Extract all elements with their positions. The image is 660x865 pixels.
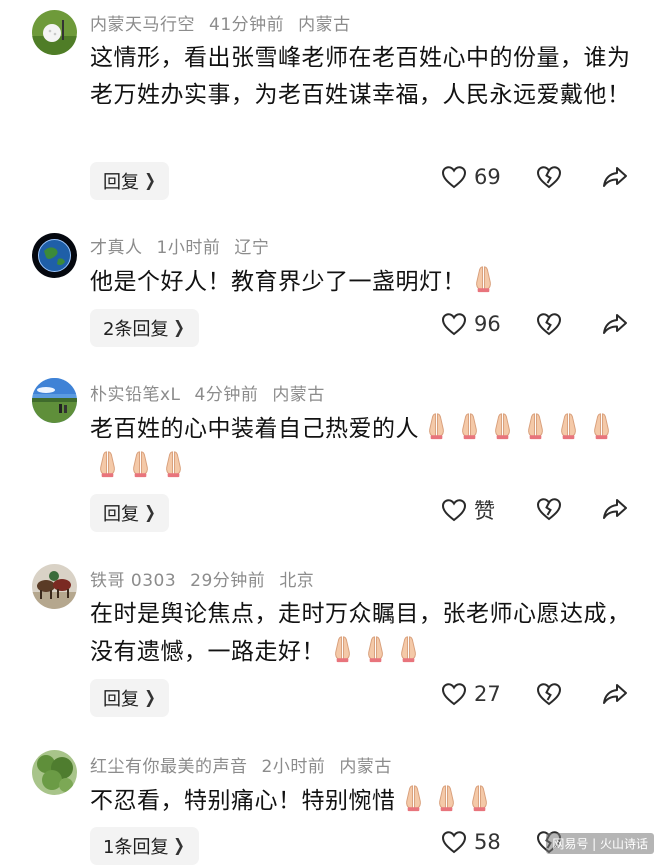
comment-time: 2小时前: [261, 757, 326, 777]
comment-meta: 朴实铅笔xL 4分钟前 内蒙古: [90, 380, 339, 405]
folded-hands-emoji: [487, 410, 518, 441]
folded-hands-emoji: [464, 782, 495, 813]
folded-hands-emoji: [431, 782, 462, 813]
folded-hands-emoji: [125, 448, 156, 479]
heart-icon: [441, 683, 467, 706]
comment-location: 辽宁: [234, 238, 270, 258]
folded-hands-emoji: [454, 410, 485, 441]
share-arrow-icon: [603, 314, 627, 334]
heart-icon: [441, 831, 467, 854]
comment-text: 不忍看，特别痛心！特别惋惜: [90, 782, 638, 820]
like-count: 69: [474, 165, 501, 189]
comment-text: 这情形，看出张雪峰老师在老百姓心中的份量，谁为老万姓办实事，为老百姓谋幸福，人民…: [90, 40, 638, 114]
share-arrow-icon: [603, 167, 627, 187]
comment-text: 他是个好人！教育界少了一盏明灯！: [90, 263, 638, 301]
folded-hands-emoji: [158, 448, 189, 479]
like-count: 27: [474, 682, 501, 706]
comment-time: 4分钟前: [194, 385, 259, 405]
comment-time: 41分钟前: [209, 15, 285, 35]
broken-heart-icon: [536, 498, 562, 521]
like-count: 赞: [474, 499, 495, 523]
share-button[interactable]: [601, 680, 629, 708]
dislike-button[interactable]: [535, 163, 563, 191]
like-count: 96: [474, 312, 501, 336]
folded-hands-emoji: [393, 633, 424, 664]
like-button[interactable]: 赞: [440, 495, 495, 525]
like-button[interactable]: 69: [440, 163, 501, 191]
folded-hands-emoji: [398, 782, 429, 813]
comment-actions: 96: [0, 310, 660, 346]
comment-text-content: 他是个好人！教育界少了一盏明灯！: [90, 269, 466, 295]
username[interactable]: 红尘有你最美的声音: [90, 757, 248, 777]
folded-hands-emoji: [586, 410, 617, 441]
dislike-button[interactable]: [535, 310, 563, 338]
like-button[interactable]: 96: [440, 310, 501, 338]
comment-text-content: 这情形，看出张雪峰老师在老百姓心中的份量，谁为老万姓办实事，为老百姓谋幸福，人民…: [90, 45, 631, 108]
user-avatar[interactable]: [32, 750, 77, 795]
heart-icon: [441, 166, 467, 189]
comment-location: 北京: [279, 571, 315, 591]
comment-meta: 内蒙天马行空 41分钟前 内蒙古: [90, 10, 365, 35]
emoji-row: [466, 266, 499, 295]
comment-meta: 红尘有你最美的声音 2小时前 内蒙古: [90, 752, 406, 777]
comment-location: 内蒙古: [272, 385, 325, 405]
folded-hands-emoji: [92, 448, 123, 479]
user-avatar[interactable]: [32, 233, 77, 278]
like-count: 58: [474, 830, 501, 854]
folded-hands-emoji: [520, 410, 551, 441]
username[interactable]: 铁哥 0303: [90, 571, 176, 591]
username[interactable]: 内蒙天马行空: [90, 15, 195, 35]
share-arrow-icon: [603, 499, 627, 519]
comment-time: 29分钟前: [190, 571, 266, 591]
watermark: 网易号 | 火山诗话: [546, 833, 654, 854]
user-avatar[interactable]: [32, 378, 77, 423]
dislike-button[interactable]: [535, 495, 563, 523]
broken-heart-icon: [536, 683, 562, 706]
heart-icon: [441, 499, 467, 522]
like-button[interactable]: 27: [440, 680, 501, 708]
comment-text-content: 不忍看，特别痛心！特别惋惜: [90, 788, 396, 814]
like-button[interactable]: 58: [440, 828, 501, 856]
comment-location: 内蒙古: [339, 757, 392, 777]
comment-actions: 69: [0, 163, 660, 199]
share-arrow-icon: [603, 684, 627, 704]
comment-location: 内蒙古: [298, 15, 351, 35]
folded-hands-emoji: [421, 410, 452, 441]
comment-actions: 27: [0, 680, 660, 716]
comment-text-content: 老百姓的心中装着自己热爱的人: [90, 416, 419, 442]
broken-heart-icon: [536, 313, 562, 336]
folded-hands-emoji: [468, 263, 499, 294]
broken-heart-icon: [536, 166, 562, 189]
username[interactable]: 才真人: [90, 238, 143, 258]
dislike-button[interactable]: [535, 680, 563, 708]
emoji-row: [325, 636, 424, 665]
share-button[interactable]: [601, 495, 629, 523]
comment-actions: 赞: [0, 495, 660, 531]
heart-icon: [441, 313, 467, 336]
comment-text: 老百姓的心中装着自己热爱的人: [90, 410, 638, 486]
user-avatar[interactable]: [32, 10, 77, 55]
username[interactable]: 朴实铅笔xL: [90, 385, 181, 405]
folded-hands-emoji: [360, 633, 391, 664]
emoji-row: [396, 785, 495, 814]
share-button[interactable]: [601, 163, 629, 191]
share-button[interactable]: [601, 310, 629, 338]
comment-meta: 铁哥 0303 29分钟前 北京: [90, 566, 328, 591]
user-avatar[interactable]: [32, 564, 77, 609]
folded-hands-emoji: [553, 410, 584, 441]
folded-hands-emoji: [327, 633, 358, 664]
comment-meta: 才真人 1小时前 辽宁: [90, 233, 283, 258]
comment-text: 在时是舆论焦点，走时万众瞩目，张老师心愿达成，没有遗憾，一路走好！: [90, 596, 638, 671]
comment-time: 1小时前: [156, 238, 221, 258]
